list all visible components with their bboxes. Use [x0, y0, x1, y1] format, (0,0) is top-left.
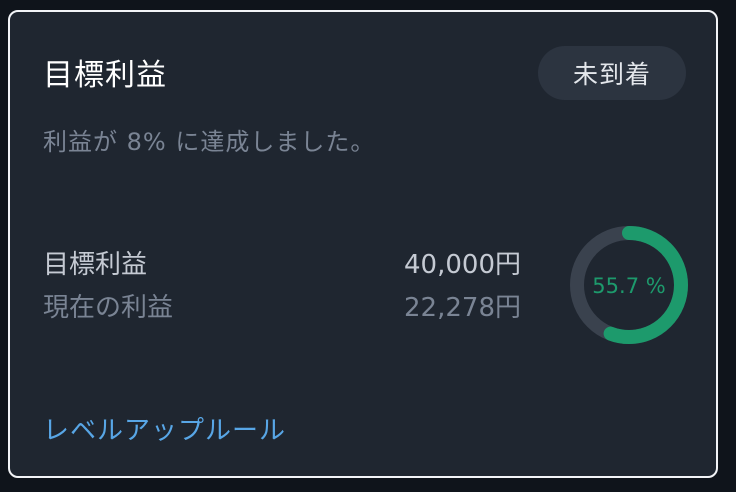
progress-label: 55.7 % — [592, 274, 665, 298]
target-profit-row: 目標利益 40,000円 — [43, 244, 521, 281]
target-profit-label: 目標利益 — [43, 250, 148, 280]
current-profit-value: 22,278円 — [404, 293, 521, 323]
card-title: 目標利益 — [43, 58, 167, 93]
achievement-text: 利益が 8% に達成しました。 — [43, 128, 376, 156]
level-up-rules-link[interactable]: レベルアップルール — [43, 410, 286, 447]
current-profit-row: 現在の利益 22,278円 — [43, 287, 521, 324]
status-badge: 未到着 — [538, 46, 686, 100]
current-profit-label: 現在の利益 — [43, 293, 174, 323]
progress-ring: 55.7 % — [570, 226, 688, 344]
target-profit-value: 40,000円 — [404, 250, 521, 280]
target-profit-card: 目標利益 未到着 利益が 8% に達成しました。 目標利益 40,000円 現在… — [8, 10, 718, 478]
